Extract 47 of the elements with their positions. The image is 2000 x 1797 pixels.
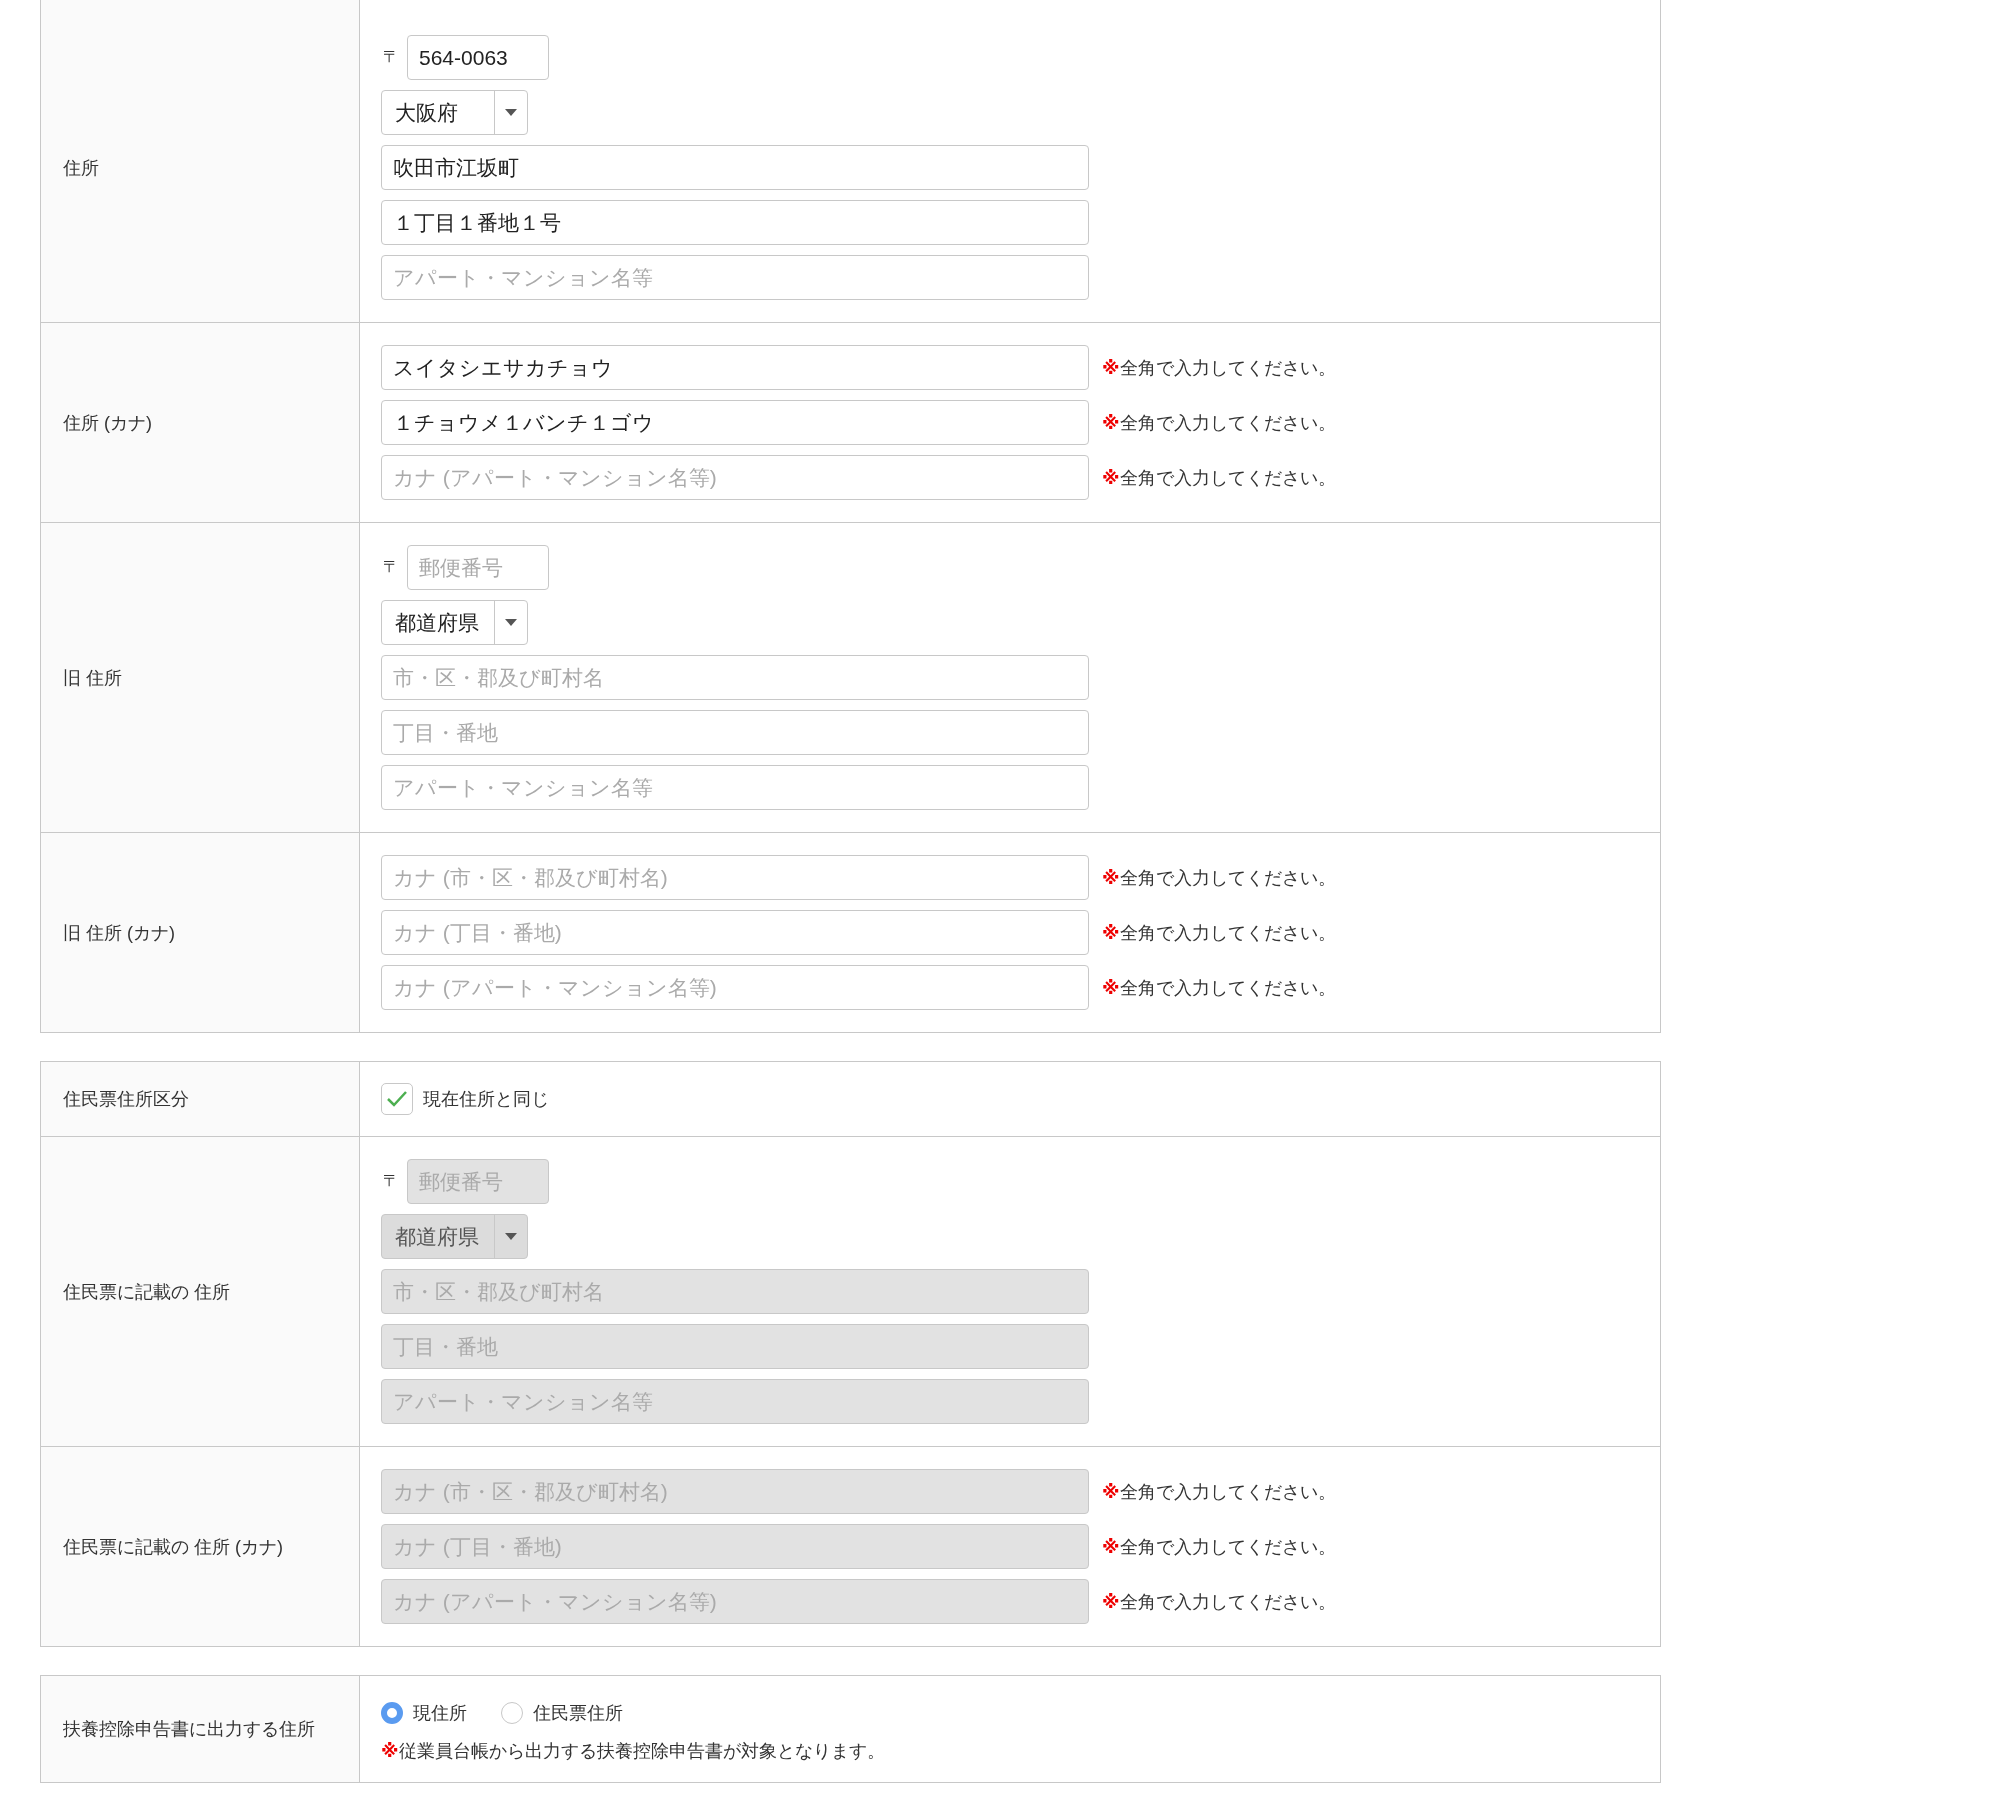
row-label: 扶養控除申告書に出力する住所 [63,1718,315,1741]
row-label: 住所 (カナ) [63,411,152,435]
text-field[interactable]: １丁目１番地１号 [381,200,1089,245]
radio-label: 現住所 [413,1702,467,1725]
row-label: 住民票住所区分 [63,1088,189,1111]
radio-button[interactable] [501,1702,523,1724]
note-text: ※従業員台帳から出力する扶養控除申告書が対象となります。 [381,1740,885,1763]
note-text: ※全角で入力してください。 [1102,921,1336,945]
text-field[interactable]: 丁目・番地 [381,710,1089,755]
note-text: ※全角で入力してください。 [1102,356,1336,380]
postal-mark: 〒 [383,47,399,67]
postal-mark: 〒 [383,557,399,577]
text-field[interactable]: アパート・マンション名等 [381,765,1089,810]
text-field[interactable]: アパート・マンション名等 [381,255,1089,300]
text-field[interactable]: スイタシエサカチョウ [381,345,1089,390]
caret-icon [505,109,517,116]
text-field[interactable]: １チョウメ１バンチ１ゴウ [381,400,1089,445]
prefecture-dropdown[interactable]: 都道府県 [381,600,528,645]
postal-mark: 〒 [383,1171,399,1191]
row-label: 旧 住所 (カナ) [63,921,175,945]
row-label: 住民票に記載の 住所 [63,1280,230,1304]
note-text: ※全角で入力してください。 [1102,466,1336,490]
note-text: ※全角で入力してください。 [1102,866,1336,890]
text-field[interactable]: 564-0063 [407,35,549,80]
prefecture-dropdown[interactable]: 大阪府 [381,90,528,135]
text-field[interactable]: カナ (市・区・郡及び町村名) [381,855,1089,900]
checkbox-label: 現在住所と同じ [423,1088,549,1111]
note-text: ※全角で入力してください。 [1102,1535,1336,1559]
note-text: ※全角で入力してください。 [1102,1590,1336,1614]
radio-button[interactable] [381,1702,403,1724]
text-field[interactable]: 吹田市江坂町 [381,145,1089,190]
checkbox[interactable] [381,1083,413,1115]
text-field[interactable]: カナ (丁目・番地) [381,910,1089,955]
caret-icon [505,619,517,626]
note-text: ※全角で入力してください。 [1102,976,1336,1000]
text-field[interactable]: 市・区・郡及び町村名 [381,655,1089,700]
row-label: 旧 住所 [63,666,122,690]
row-label: 住所 [63,156,99,180]
text-field[interactable]: カナ (アパート・マンション名等) [381,455,1089,500]
caret-icon [505,1233,517,1240]
text-field[interactable]: カナ (アパート・マンション名等) [381,965,1089,1010]
note-text: ※全角で入力してください。 [1102,1480,1336,1504]
text-field[interactable]: 郵便番号 [407,545,549,590]
check-icon [386,1090,408,1108]
note-text: ※全角で入力してください。 [1102,411,1336,435]
row-label: 住民票に記載の 住所 (カナ) [63,1535,283,1559]
radio-label: 住民票住所 [533,1702,623,1725]
